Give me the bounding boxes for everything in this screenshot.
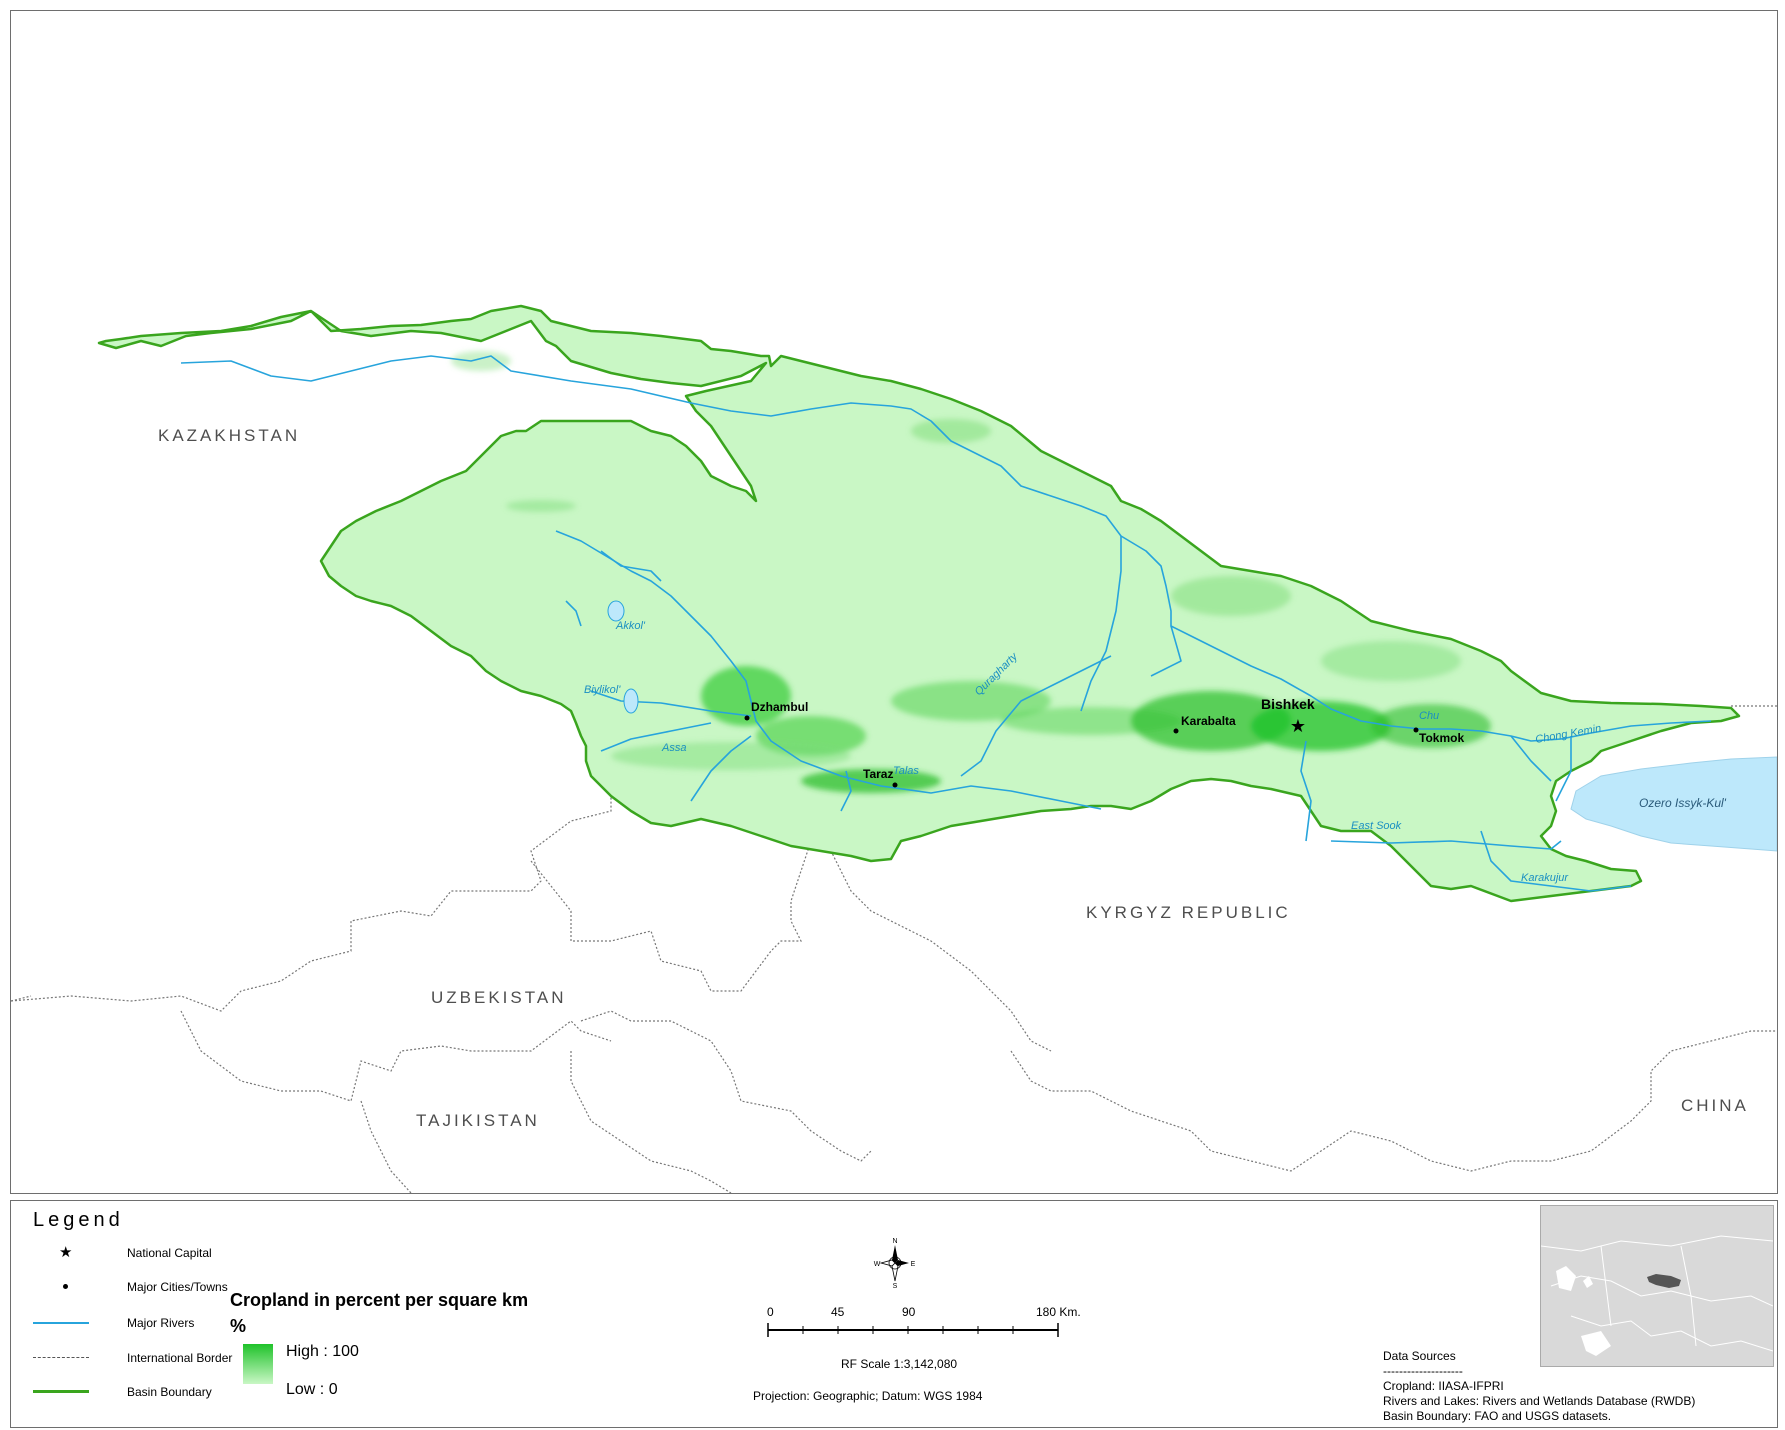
legend-label-basin: Basin Boundary bbox=[127, 1385, 212, 1399]
country-label-china: CHINA bbox=[1681, 1096, 1749, 1115]
inset-locator-map[interactable] bbox=[1540, 1205, 1774, 1367]
cropland-color-ramp bbox=[243, 1344, 273, 1384]
border-line-icon bbox=[33, 1348, 89, 1368]
city-dot-taraz bbox=[892, 782, 898, 788]
legend-label-border: International Border bbox=[127, 1351, 233, 1365]
city-label-taraz: Taraz bbox=[863, 767, 893, 781]
cropland-legend-unit: % bbox=[230, 1316, 247, 1336]
city-dot-karabalta bbox=[1173, 728, 1179, 734]
river-label-karakujur: Karakujur bbox=[1521, 872, 1569, 884]
scale-tick-45: 45 bbox=[831, 1305, 845, 1319]
data-sources-divider: -------------------- bbox=[1383, 1364, 1463, 1378]
city-label-dzhambul: Dzhambul bbox=[751, 700, 808, 714]
scale-tick-90: 90 bbox=[902, 1305, 916, 1319]
river-label-assa: Assa bbox=[661, 742, 686, 754]
cropland-high-label: High : 100 bbox=[286, 1343, 359, 1360]
scale-tick-180: 180 Km. bbox=[1036, 1305, 1081, 1319]
legend-title: Legend bbox=[33, 1209, 124, 1231]
river-label-east-sook: East Sook bbox=[1351, 820, 1402, 832]
river-label-akkol: Akkol' bbox=[615, 620, 646, 632]
star-icon: ★ bbox=[59, 1244, 73, 1261]
country-label-tajikistan: TAJIKISTAN bbox=[416, 1111, 540, 1130]
svg-text:W: W bbox=[874, 1261, 881, 1268]
capital-star-icon: ★ bbox=[1290, 716, 1306, 736]
river-label-biylikol: Biylikol' bbox=[584, 684, 621, 696]
svg-text:N: N bbox=[892, 1238, 897, 1245]
river-label-chu: Chu bbox=[1419, 710, 1439, 722]
legend-item-border: International Border bbox=[33, 1348, 232, 1368]
inset-map-canvas bbox=[1541, 1206, 1773, 1366]
country-label-kazakhstan: KAZAKHSTAN bbox=[158, 426, 300, 445]
city-label-karabalta: Karabalta bbox=[1181, 714, 1236, 728]
data-sources: Data Sources -------------------- Cropla… bbox=[1383, 1349, 1695, 1424]
country-label-uzbekistan: UZBEKISTAN bbox=[431, 988, 566, 1007]
rf-scale-label: RF Scale 1:3,142,080 bbox=[841, 1357, 958, 1371]
data-source-basin: Basin Boundary: FAO and USGS datasets. bbox=[1383, 1409, 1612, 1423]
legend-label-cities: Major Cities/Towns bbox=[127, 1280, 228, 1294]
compass-rose-icon: N S W E bbox=[874, 1238, 916, 1289]
basin-line-icon bbox=[33, 1382, 89, 1402]
scale-tick-0: 0 bbox=[767, 1305, 774, 1319]
country-label-kyrgyz: KYRGYZ REPUBLIC bbox=[1086, 903, 1291, 922]
svg-text:S: S bbox=[893, 1283, 898, 1289]
legend-item-capital: ★ National Capital bbox=[33, 1243, 212, 1263]
city-label-tokmok: Tokmok bbox=[1419, 731, 1464, 745]
legend-label-capital: National Capital bbox=[127, 1246, 212, 1260]
data-source-rivers: Rivers and Lakes: Rivers and Wetlands Da… bbox=[1383, 1394, 1696, 1408]
legend-item-cities: Major Cities/Towns bbox=[33, 1277, 228, 1297]
data-source-cropland: Cropland: IIASA-IFPRI bbox=[1383, 1379, 1504, 1393]
legend-panel: Legend ★ National Capital Major Cities/T… bbox=[10, 1200, 1778, 1428]
lake-label: Ozero Issyk-Kul' bbox=[1639, 796, 1727, 810]
river-label-talas: Talas bbox=[893, 765, 919, 777]
legend-item-rivers: Major Rivers bbox=[33, 1313, 194, 1333]
cropland-low-label: Low : 0 bbox=[286, 1381, 338, 1398]
river-line-icon bbox=[33, 1313, 89, 1333]
legend-label-rivers: Major Rivers bbox=[127, 1316, 195, 1330]
map-frame[interactable]: KAZAKHSTAN KYRGYZ REPUBLIC UZBEKISTAN TA… bbox=[10, 10, 1778, 1194]
cropland-legend-title: Cropland in percent per square km bbox=[230, 1290, 529, 1310]
projection-label: Projection: Geographic; Datum: WGS 1984 bbox=[753, 1389, 983, 1403]
map-canvas[interactable]: KAZAKHSTAN KYRGYZ REPUBLIC UZBEKISTAN TA… bbox=[11, 11, 1777, 1193]
legend-item-basin: Basin Boundary bbox=[33, 1382, 212, 1402]
dot-icon bbox=[33, 1277, 89, 1297]
data-sources-title: Data Sources bbox=[1383, 1349, 1456, 1363]
city-label-bishkek: Bishkek bbox=[1261, 696, 1315, 712]
basin-area[interactable] bbox=[97, 304, 1741, 903]
city-dot-tokmok bbox=[1413, 727, 1419, 733]
city-dot-dzhambul bbox=[744, 715, 750, 721]
svg-text:E: E bbox=[911, 1261, 916, 1268]
scale-bar bbox=[767, 1323, 1059, 1337]
